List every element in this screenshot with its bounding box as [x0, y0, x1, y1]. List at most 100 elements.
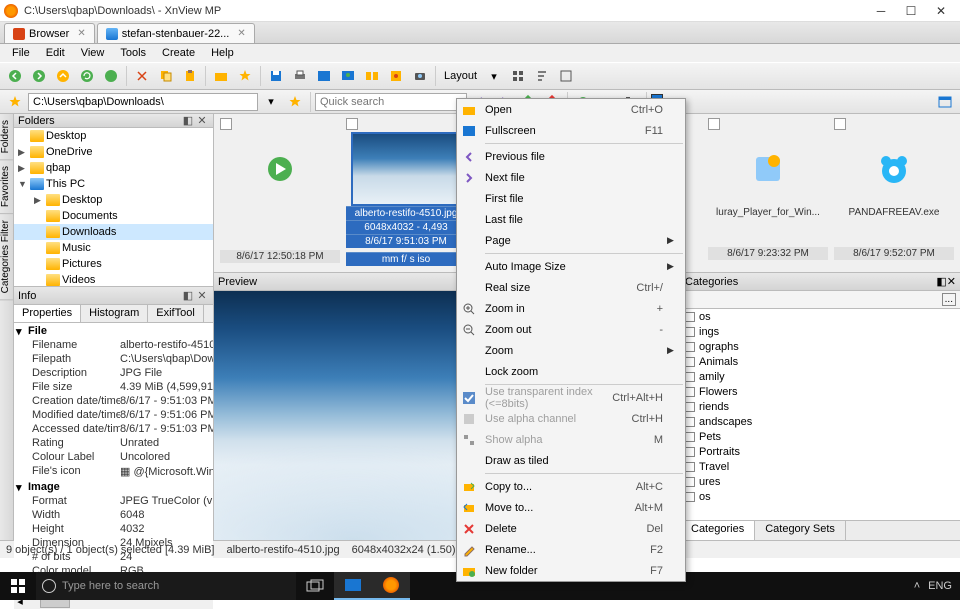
tree-node[interactable]: Videos: [14, 272, 213, 286]
tree-node[interactable]: Downloads: [14, 224, 213, 240]
menu-item[interactable]: Zoom▶: [457, 340, 685, 361]
category-item[interactable]: Portraits: [681, 444, 960, 459]
menu-item[interactable]: Next file: [457, 167, 685, 188]
tab-category-sets[interactable]: Category Sets: [755, 521, 846, 540]
close-panel-icon[interactable]: ✕: [195, 289, 209, 302]
copy-button[interactable]: [155, 65, 177, 87]
close-panel-icon[interactable]: ✕: [195, 114, 209, 127]
tree-node[interactable]: ▼This PC: [14, 176, 213, 192]
menu-item[interactable]: Lock zoom: [457, 361, 685, 382]
undock-icon[interactable]: ◧: [936, 275, 946, 288]
sort-button[interactable]: [531, 65, 553, 87]
menu-item[interactable]: Auto Image Size▶: [457, 256, 685, 277]
thumb-size-button[interactable]: [555, 65, 577, 87]
menu-item[interactable]: Last file: [457, 209, 685, 230]
menu-item[interactable]: Copy to...Alt+C: [457, 476, 685, 497]
paste-button[interactable]: [179, 65, 201, 87]
close-icon[interactable]: ✕: [237, 28, 245, 39]
convert-button[interactable]: [385, 65, 407, 87]
close-panel-icon[interactable]: ✕: [947, 275, 956, 288]
categories-overflow-button[interactable]: ...: [942, 293, 956, 306]
tree-node[interactable]: Desktop: [14, 128, 213, 144]
refresh-button[interactable]: [76, 65, 98, 87]
path-input[interactable]: [28, 93, 258, 111]
vtab-folders[interactable]: Folders: [0, 114, 13, 160]
save-button[interactable]: [265, 65, 287, 87]
thumb-checkbox[interactable]: [834, 118, 846, 130]
task-view-icon[interactable]: [296, 572, 334, 600]
layout-dropdown[interactable]: ▾: [483, 65, 505, 87]
category-item[interactable]: Flowers: [681, 384, 960, 399]
category-item[interactable]: riends: [681, 399, 960, 414]
vtab-favorites[interactable]: Favorites: [0, 160, 13, 214]
fullscreen-button[interactable]: [313, 65, 335, 87]
tab-exiftool[interactable]: ExifTool: [148, 305, 204, 322]
up-button[interactable]: [52, 65, 74, 87]
category-item[interactable]: os: [681, 309, 960, 324]
property-group[interactable]: ▾ Image: [14, 479, 213, 495]
category-item[interactable]: ographs: [681, 339, 960, 354]
undock-icon[interactable]: ◧: [181, 114, 195, 127]
menu-item[interactable]: FullscreenF11: [457, 120, 685, 141]
start-button[interactable]: [0, 578, 36, 594]
print-button[interactable]: [289, 65, 311, 87]
menu-item[interactable]: New folderF7: [457, 560, 685, 581]
compare-button[interactable]: [361, 65, 383, 87]
menu-view[interactable]: View: [73, 45, 113, 61]
taskbar-search[interactable]: Type here to search: [36, 572, 296, 600]
tree-node[interactable]: ▶OneDrive: [14, 144, 213, 160]
slideshow-button[interactable]: [337, 65, 359, 87]
property-group[interactable]: ▾ File: [14, 323, 213, 339]
taskbar-app-1[interactable]: [334, 572, 372, 600]
system-tray[interactable]: ˄ ENG: [914, 580, 960, 592]
thumb-checkbox[interactable]: [708, 118, 720, 130]
maximize-button[interactable]: ☐: [896, 0, 926, 22]
tree-node[interactable]: ▶qbap: [14, 160, 213, 176]
menu-item[interactable]: Zoom out-: [457, 319, 685, 340]
category-item[interactable]: Travel: [681, 459, 960, 474]
forward-button[interactable]: [28, 65, 50, 87]
favorites-button[interactable]: [234, 65, 256, 87]
thumb-item[interactable]: luray_Player_for_Win... 8/6/17 9:23:32 P…: [708, 118, 828, 268]
cut-button[interactable]: [131, 65, 153, 87]
category-item[interactable]: ings: [681, 324, 960, 339]
tree-node[interactable]: ▶Desktop: [14, 192, 213, 208]
menu-item[interactable]: Real sizeCtrl+/: [457, 277, 685, 298]
menu-item[interactable]: DeleteDel: [457, 518, 685, 539]
acquire-button[interactable]: [409, 65, 431, 87]
tab-properties[interactable]: Properties: [14, 305, 81, 322]
menu-item[interactable]: Move to...Alt+M: [457, 497, 685, 518]
menu-item[interactable]: Page▶: [457, 230, 685, 251]
tab-categories[interactable]: Categories: [681, 521, 755, 540]
tree-node[interactable]: Music: [14, 240, 213, 256]
path-dropdown[interactable]: ▾: [260, 91, 282, 113]
fav-star-icon[interactable]: [4, 91, 26, 113]
add-favorite-icon[interactable]: [284, 91, 306, 113]
refresh-dropdown[interactable]: [100, 65, 122, 87]
category-item[interactable]: amily: [681, 369, 960, 384]
categories-list[interactable]: osingsographsAnimalsamilyFlowersriendsan…: [681, 309, 960, 520]
menu-item[interactable]: OpenCtrl+O: [457, 99, 685, 120]
panel-toggle-icon[interactable]: [934, 91, 956, 113]
tree-node[interactable]: Documents: [14, 208, 213, 224]
thumb-checkbox[interactable]: [346, 118, 358, 130]
thumbnail-image[interactable]: [351, 132, 461, 206]
tray-lang[interactable]: ENG: [928, 580, 952, 592]
menu-item[interactable]: Previous file: [457, 146, 685, 167]
menu-tools[interactable]: Tools: [112, 45, 154, 61]
tray-chevron-icon[interactable]: ˄: [914, 580, 920, 592]
thumb-checkbox[interactable]: [220, 118, 232, 130]
tab-browser[interactable]: Browser ✕: [4, 23, 95, 43]
minimize-button[interactable]: ─: [866, 0, 896, 22]
thumb-item[interactable]: PANDAFREEAV.exe 8/6/17 9:52:07 PM: [834, 118, 954, 268]
vtab-categories-filter[interactable]: Categories Filter: [0, 214, 13, 300]
open-button[interactable]: [210, 65, 232, 87]
close-button[interactable]: ✕: [926, 0, 956, 22]
taskbar-app-xnview[interactable]: [372, 572, 410, 600]
back-button[interactable]: [4, 65, 26, 87]
menu-item[interactable]: First file: [457, 188, 685, 209]
quick-search-input[interactable]: [315, 93, 467, 111]
category-item[interactable]: Pets: [681, 429, 960, 444]
tab-image[interactable]: stefan-stenbauer-22... ✕: [97, 23, 255, 43]
menu-item[interactable]: Zoom in+: [457, 298, 685, 319]
